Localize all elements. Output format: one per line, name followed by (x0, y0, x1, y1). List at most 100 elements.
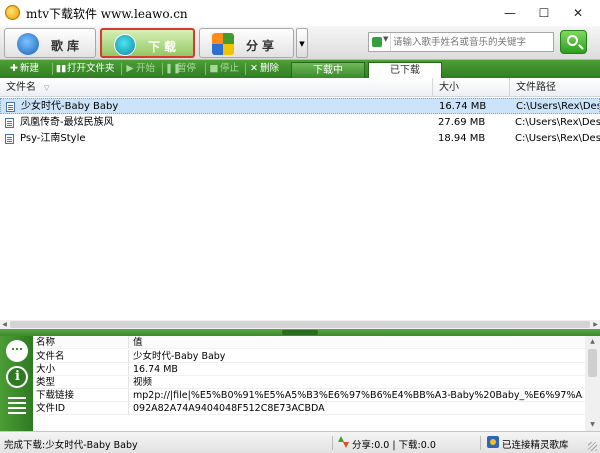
tab-downloading[interactable]: 下载中 (291, 62, 365, 78)
scrollbar-thumb[interactable] (10, 321, 590, 328)
file-name: Psy-江南Style (20, 133, 86, 144)
maximize-button[interactable]: ☐ (528, 0, 560, 26)
scroll-down-icon[interactable]: ▼ (585, 419, 600, 431)
search-icon (567, 35, 578, 46)
table-row[interactable]: 少女时代-Baby Baby 16.74 MB C:\Users\Rex\Des… (0, 98, 600, 114)
stop-button[interactable]: ■ 停止 (208, 62, 240, 76)
title-bar: mtv下载软件 www.leawo.cn — ☐ ✕ (0, 0, 600, 26)
new-button[interactable]: ✚ 新建 (8, 62, 39, 76)
tab-download[interactable]: 下载 (100, 28, 195, 58)
tab-downloaded[interactable]: 已下载 (368, 62, 442, 78)
details-key: 类型 (36, 377, 56, 388)
tab-share[interactable]: 分享 (199, 28, 294, 58)
app-logo-icon (5, 5, 20, 20)
scroll-up-icon[interactable]: ▲ (585, 336, 600, 348)
divider (52, 63, 53, 75)
file-name: 少女时代-Baby Baby (21, 101, 119, 112)
details-row: 下载链接 mp2p://|file|%E5%B0%91%E5%A5%B3%E6%… (33, 389, 585, 402)
minimize-button[interactable]: — (494, 0, 526, 26)
search-type-dropdown[interactable]: ▼ (369, 33, 391, 51)
details-row: 大小 16.74 MB (33, 363, 585, 376)
file-size: 16.74 MB (439, 101, 487, 112)
window-title: mtv下载软件 www.leawo.cn (26, 7, 188, 21)
table-row[interactable]: Psy-江南Style 18.94 MB C:\Users\Rex\Deskto… (0, 131, 600, 147)
details-key-header: 名称 (36, 337, 56, 348)
details-value: 少女时代-Baby Baby (128, 350, 583, 362)
divider (245, 63, 246, 75)
tab-label: 分享 (246, 39, 279, 53)
vertical-scrollbar[interactable]: ▲ ▼ (585, 336, 600, 431)
close-button[interactable]: ✕ (562, 0, 594, 26)
scroll-left-icon[interactable]: ◀ (0, 320, 9, 329)
file-path: C:\Users\Rex\Desktop (515, 133, 600, 144)
delete-button[interactable]: ✕ 删除 (248, 62, 279, 76)
divider (480, 436, 481, 450)
file-icon (6, 102, 15, 112)
transfer-arrows-icon (338, 436, 349, 449)
scrollbar-thumb[interactable] (588, 349, 597, 377)
sort-icon: ▽ (44, 84, 50, 92)
file-size: 18.94 MB (438, 133, 486, 144)
details-row: 类型 视频 (33, 376, 585, 389)
tab-music-library[interactable]: 歌库 (4, 28, 96, 58)
open-folder-button[interactable]: ▮▮打开文件夹 (55, 62, 115, 76)
details-row: 文件名 少女时代-Baby Baby (33, 350, 585, 363)
comment-icon[interactable] (6, 340, 28, 362)
music-library-icon (17, 33, 39, 55)
table-row[interactable]: 凤凰传奇-最炫民族风 27.69 MB C:\Users\Rex\Desktop (0, 115, 600, 131)
file-size: 27.69 MB (438, 117, 486, 128)
info-icon[interactable] (6, 366, 28, 388)
horizontal-scrollbar[interactable]: ◀ ▶ (0, 320, 600, 329)
details-key: 下载链接 (36, 390, 75, 401)
column-header-path[interactable]: 文件路径 (510, 78, 600, 97)
details-row: 文件ID 092A82A74A9404048F512C8E73ACBDA (33, 402, 585, 415)
details-key: 大小 (36, 364, 56, 375)
file-icon (5, 134, 14, 144)
file-path: C:\Users\Rex\Desktop (515, 117, 600, 128)
resize-grip-icon[interactable] (588, 442, 597, 451)
tab-label: 下载 (148, 40, 181, 54)
search-button[interactable] (560, 30, 587, 54)
details-value: 092A82A74A9404048F512C8E73ACBDA (128, 402, 583, 414)
divider (121, 63, 122, 75)
file-table-body: 少女时代-Baby Baby 16.74 MB C:\Users\Rex\Des… (0, 97, 600, 320)
file-icon (5, 118, 14, 128)
scroll-right-icon[interactable]: ▶ (591, 320, 600, 329)
action-bar: ✚ 新建 ▮▮打开文件夹 ▶ 开始 ❚❚暂停 ■ 停止 ✕ 删除 下载中 已下载 (0, 60, 600, 78)
details-value: 16.74 MB (128, 363, 583, 375)
connection-status: 已连接精灵歌库 (502, 440, 569, 451)
share-icon (212, 33, 234, 55)
panel-splitter[interactable] (0, 329, 600, 336)
file-name: 凤凰传奇-最炫民族风 (20, 117, 114, 128)
delete-icon: ✕ (250, 63, 258, 74)
main-toolbar: 歌库 下载 分享 ▼ ▼ (0, 26, 600, 60)
status-bar: 完成下载:少女时代-Baby Baby 分享:0.0 | 下载:0.0 已连接精… (0, 431, 600, 453)
folder-icon: ▮▮ (55, 63, 67, 74)
list-icon[interactable] (6, 393, 28, 415)
file-path: C:\Users\Rex\Desktop (516, 101, 599, 112)
music-note-icon (372, 37, 382, 47)
plus-icon: ✚ (10, 63, 18, 74)
connection-icon (487, 436, 499, 448)
detail-side-bar (0, 336, 33, 431)
splitter-grip[interactable] (282, 330, 318, 335)
search-input[interactable] (393, 33, 551, 51)
details-key: 文件ID (36, 403, 66, 414)
status-message: 完成下载:少女时代-Baby Baby (4, 440, 138, 451)
download-icon (114, 34, 136, 56)
column-header-name[interactable]: 文件名 ▽ (0, 78, 433, 97)
start-button[interactable]: ▶ 开始 (124, 62, 155, 76)
details-header: 名称 值 (33, 336, 585, 349)
pause-icon: ❚❚ (165, 63, 181, 74)
details-value-header: 值 (128, 336, 583, 348)
traffic-status: 分享:0.0 | 下载:0.0 (352, 440, 436, 451)
tab-dropdown-button[interactable]: ▼ (296, 28, 308, 58)
search-box: ▼ (368, 32, 554, 52)
pause-button[interactable]: ❚❚暂停 (165, 62, 196, 76)
chevron-down-icon: ▼ (383, 35, 389, 43)
divider (205, 63, 206, 75)
play-icon: ▶ (126, 63, 134, 74)
details-value: 视频 (128, 376, 583, 388)
details-key: 文件名 (36, 351, 65, 362)
column-header-size[interactable]: 大小 (433, 78, 510, 97)
